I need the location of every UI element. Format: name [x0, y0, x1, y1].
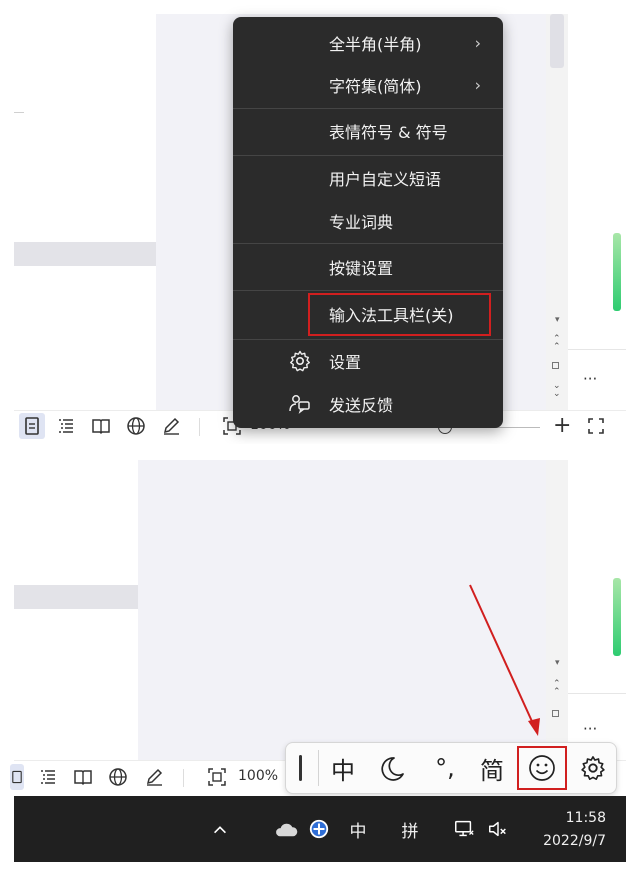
menu-item-label: 专业词典: [329, 213, 394, 232]
panel-gap: [0, 444, 640, 460]
divider: [318, 750, 319, 786]
menu-separator: [233, 108, 503, 109]
menu-separator: [233, 243, 503, 244]
select-browse-object-icon[interactable]: [552, 362, 559, 369]
highlight-box: [308, 293, 491, 336]
menu-separator: [233, 290, 503, 291]
chevron-right-icon: ›: [474, 33, 481, 53]
web-layout-icon[interactable]: [105, 764, 131, 790]
menu-item-label: 字符集(简体): [329, 77, 422, 96]
menu-item-user-phrases[interactable]: 用户自定义短语: [233, 158, 503, 198]
focus-mode-icon[interactable]: [141, 764, 167, 790]
zoom-in-icon[interactable]: +: [553, 413, 571, 438]
network-icon[interactable]: [450, 816, 478, 842]
annotation-arrow-icon: [469, 584, 540, 736]
menu-item-feedback[interactable]: 发送反馈: [233, 384, 503, 424]
left-margin-top: [14, 14, 156, 410]
ime-mode-label: 中: [331, 756, 355, 785]
prev-page-icon[interactable]: ⌃ ⌃: [553, 335, 561, 352]
level-indicator: [613, 578, 621, 656]
taskbar-ime-mode[interactable]: 中: [344, 816, 372, 842]
right-pane-top: [568, 14, 626, 410]
outline-view-icon[interactable]: [35, 764, 61, 790]
menu-item-fullwidth[interactable]: 全半角(半角) ›: [233, 23, 503, 63]
menu-separator: [233, 155, 503, 156]
menu-separator: [233, 339, 503, 340]
clock-time[interactable]: 11:58: [532, 810, 606, 826]
gear-icon: [288, 349, 312, 373]
left-gray-band: [14, 242, 156, 266]
chevron-up-icon[interactable]: [206, 816, 234, 844]
next-page-icon[interactable]: ⌄ ⌄: [553, 382, 561, 399]
cloud-icon[interactable]: [272, 818, 300, 842]
fullscreen-icon[interactable]: [583, 413, 609, 439]
volume-muted-icon[interactable]: [484, 816, 512, 842]
web-layout-icon[interactable]: [123, 413, 149, 439]
level-indicator: [613, 233, 621, 311]
ruler-mark: [14, 112, 24, 113]
scroll-down-arrow-icon[interactable]: ▾: [555, 315, 560, 325]
charset-button[interactable]: 简: [472, 742, 512, 794]
reading-mode-icon[interactable]: [70, 764, 96, 790]
divider: [183, 769, 184, 787]
charset-label: 简: [480, 756, 504, 785]
menu-item-settings[interactable]: 设置: [233, 341, 503, 381]
scroll-down-arrow-icon[interactable]: ▾: [555, 658, 560, 668]
prev-page-icon[interactable]: ⌃ ⌃: [553, 680, 561, 697]
zoom-level[interactable]: 100%: [238, 768, 278, 784]
ime-mode-button[interactable]: 中: [324, 742, 362, 794]
select-browse-object-icon[interactable]: [552, 710, 559, 717]
outline-view-icon[interactable]: [53, 413, 79, 439]
divider: [568, 693, 626, 694]
menu-item-dictionary[interactable]: 专业词典: [233, 201, 503, 241]
menu-item-label: 表情符号 & 符号: [329, 123, 448, 142]
highlight-box: [517, 746, 567, 790]
divider: [568, 349, 626, 350]
grip-icon[interactable]: [293, 742, 309, 794]
left-gray-band: [14, 585, 138, 609]
menu-item-charset[interactable]: 字符集(简体) ›: [233, 65, 503, 105]
gear-icon[interactable]: [572, 742, 614, 794]
more-options-icon[interactable]: ···: [583, 370, 597, 388]
reading-mode-icon[interactable]: [88, 413, 114, 439]
menu-item-label: 用户自定义短语: [329, 170, 442, 189]
print-layout-icon[interactable]: [19, 413, 45, 439]
menu-item-label: 按键设置: [329, 259, 394, 278]
menu-item-label: 全半角(半角): [329, 35, 422, 54]
more-options-icon[interactable]: ···: [583, 720, 597, 738]
screenshot-root: ▾ ⌃⌃ ⌄⌄ ··· 100% + 全半角(半角) › 字符集(简体) ›: [0, 0, 640, 877]
clock-date[interactable]: 2022/9/7: [520, 833, 606, 849]
menu-item-label: 设置: [329, 353, 362, 372]
taskbar-ime-layout[interactable]: 拼: [396, 816, 424, 842]
punctuation-mode-label: °,: [435, 754, 455, 782]
scroll-thumb[interactable]: [550, 14, 564, 68]
vpn-icon[interactable]: [306, 816, 332, 842]
chevron-right-icon: ›: [474, 75, 481, 95]
left-margin-bottom: [14, 460, 138, 760]
focus-mode-icon[interactable]: [158, 413, 184, 439]
punctuation-mode-button[interactable]: °,: [424, 742, 466, 794]
menu-item-label: 发送反馈: [329, 396, 394, 415]
fit-page-icon[interactable]: [204, 764, 230, 790]
menu-item-key-settings[interactable]: 按键设置: [233, 247, 503, 287]
half-moon-icon[interactable]: [374, 742, 412, 794]
divider: [199, 418, 200, 436]
print-layout-icon[interactable]: [10, 764, 24, 790]
feedback-icon: [288, 392, 312, 416]
menu-item-emoji-symbols[interactable]: 表情符号 & 符号: [233, 111, 503, 151]
